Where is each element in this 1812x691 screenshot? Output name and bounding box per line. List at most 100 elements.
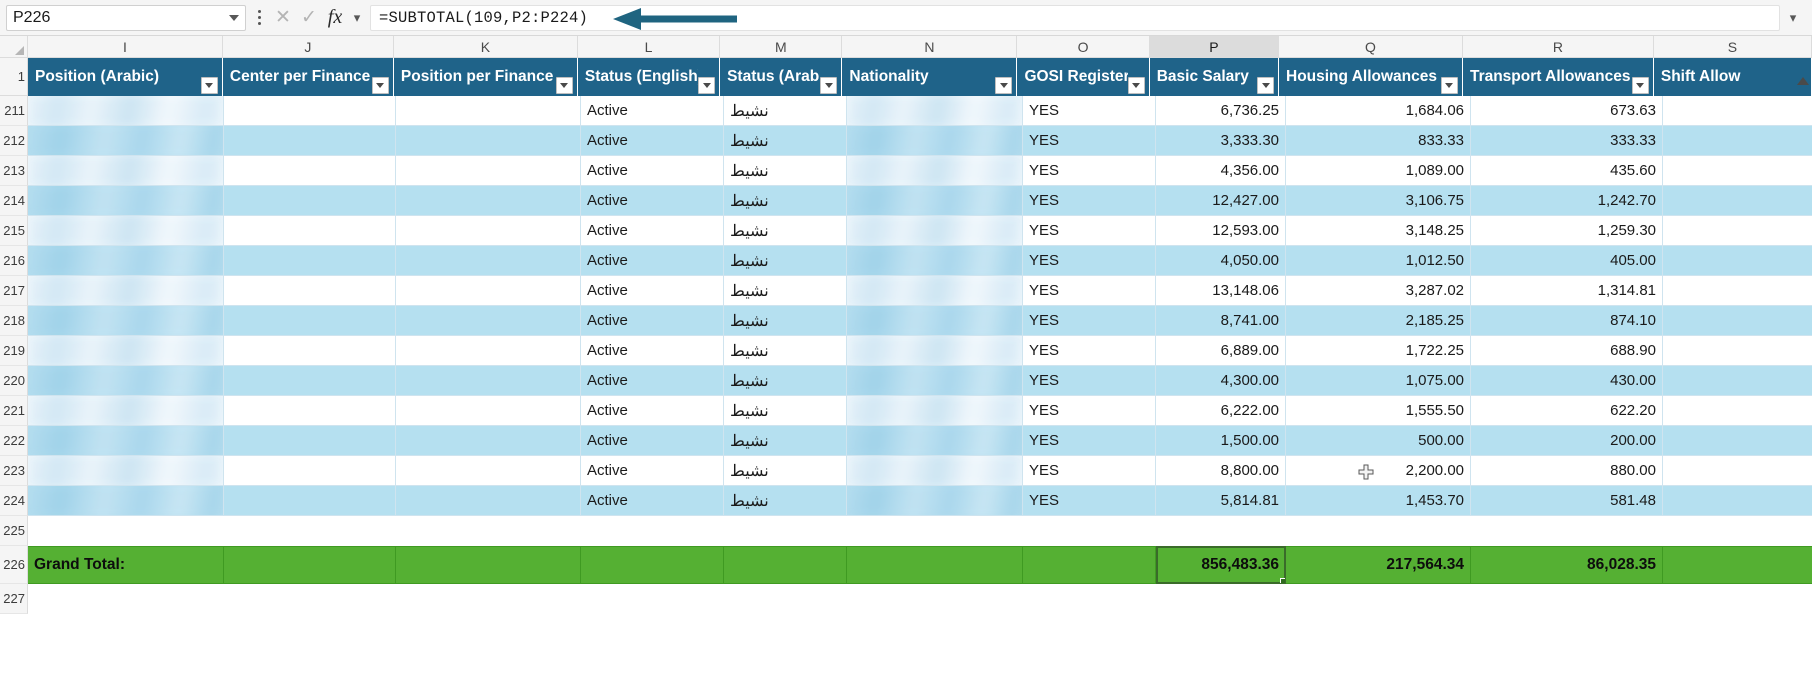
grand-total-label[interactable]: Grand Total: bbox=[28, 546, 224, 584]
trailing-row[interactable]: 227 bbox=[0, 584, 1812, 614]
cell-gosi-register[interactable]: YES bbox=[1023, 276, 1156, 306]
cell-empty[interactable] bbox=[1663, 516, 1812, 546]
filter-dropdown-icon[interactable] bbox=[1257, 77, 1274, 94]
cell-position-per-finance[interactable] bbox=[396, 486, 581, 516]
total-empty[interactable] bbox=[581, 546, 724, 584]
cell-position-arabic[interactable] bbox=[28, 186, 224, 216]
table-row[interactable]: 212 Active نشيط YES 3,333.30 833.33 333.33 bbox=[0, 126, 1812, 156]
cell-empty[interactable] bbox=[581, 584, 724, 614]
cell-housing-allowances[interactable]: 2,185.25 bbox=[1286, 306, 1471, 336]
row-number-222[interactable]: 222 bbox=[0, 426, 28, 456]
cell-position-arabic[interactable] bbox=[28, 336, 224, 366]
cell-nationality[interactable] bbox=[847, 186, 1023, 216]
cell-transport-allowances[interactable]: 880.00 bbox=[1471, 456, 1663, 486]
cell-center-per-finance[interactable] bbox=[224, 366, 396, 396]
cell-status-arabic[interactable]: نشيط bbox=[724, 96, 847, 126]
cell-shift-allowances[interactable] bbox=[1663, 246, 1812, 276]
cell-shift-allowances[interactable] bbox=[1663, 126, 1812, 156]
table-row[interactable]: 213 Active نشيط YES 4,356.00 1,089.00 435.60 bbox=[0, 156, 1812, 186]
cell-position-per-finance[interactable] bbox=[396, 156, 581, 186]
cell-status-arabic[interactable]: نشيط bbox=[724, 396, 847, 426]
cell-basic-salary[interactable]: 5,814.81 bbox=[1156, 486, 1286, 516]
cell-position-per-finance[interactable] bbox=[396, 186, 581, 216]
cell-shift-allowances[interactable] bbox=[1663, 486, 1812, 516]
total-empty[interactable] bbox=[396, 546, 581, 584]
column-header-status-arabic[interactable]: Status (Arabic) bbox=[720, 58, 843, 96]
column-header-position-arabic[interactable]: Position (Arabic) bbox=[28, 58, 223, 96]
cell-nationality[interactable] bbox=[847, 486, 1023, 516]
cell-position-arabic[interactable] bbox=[28, 156, 224, 186]
cell-basic-salary[interactable]: 8,741.00 bbox=[1156, 306, 1286, 336]
filter-dropdown-icon[interactable] bbox=[555, 77, 573, 94]
filter-dropdown-icon[interactable] bbox=[1440, 77, 1458, 94]
cell-status-arabic[interactable]: نشيط bbox=[724, 426, 847, 456]
column-header-nationality[interactable]: Nationality bbox=[842, 58, 1018, 96]
cell-position-per-finance[interactable] bbox=[396, 366, 581, 396]
cell-basic-salary[interactable]: 4,050.00 bbox=[1156, 246, 1286, 276]
row-number-221[interactable]: 221 bbox=[0, 396, 28, 426]
cell-center-per-finance[interactable] bbox=[224, 126, 396, 156]
filter-dropdown-icon[interactable] bbox=[995, 77, 1013, 94]
cell-position-per-finance[interactable] bbox=[396, 396, 581, 426]
table-row[interactable]: 217 Active نشيط YES 13,148.06 3,287.02 1,314.8… bbox=[0, 276, 1812, 306]
cell-position-per-finance[interactable] bbox=[396, 426, 581, 456]
cell-empty[interactable] bbox=[28, 516, 224, 546]
cell-housing-allowances[interactable]: 3,287.02 bbox=[1286, 276, 1471, 306]
column-header-basic-salary[interactable]: Basic Salary bbox=[1149, 58, 1279, 96]
cell-center-per-finance[interactable] bbox=[224, 336, 396, 366]
cell-empty[interactable] bbox=[396, 516, 581, 546]
cell-empty[interactable] bbox=[1286, 516, 1471, 546]
row-number-216[interactable]: 216 bbox=[0, 246, 28, 276]
cell-transport-allowances[interactable]: 874.10 bbox=[1471, 306, 1663, 336]
cell-transport-allowances[interactable]: 581.48 bbox=[1471, 486, 1663, 516]
cell-basic-salary[interactable]: 8,800.00 bbox=[1156, 456, 1286, 486]
cell-gosi-register[interactable]: YES bbox=[1023, 486, 1156, 516]
table-row[interactable]: 220 Active نشيط YES 4,300.00 1,075.00 430.00 bbox=[0, 366, 1812, 396]
cell-gosi-register[interactable]: YES bbox=[1023, 186, 1156, 216]
cell-nationality[interactable] bbox=[847, 126, 1023, 156]
cell-position-arabic[interactable] bbox=[28, 366, 224, 396]
grand-total-row[interactable]: 226 Grand Total: 856,483.36 217,564.34 86,02… bbox=[0, 546, 1812, 584]
column-header-transport-allowances[interactable]: Transport Allowances bbox=[1462, 58, 1654, 96]
cell-gosi-register[interactable]: YES bbox=[1023, 336, 1156, 366]
confirm-icon[interactable]: ✓ bbox=[296, 5, 322, 31]
row-number-226[interactable]: 226 bbox=[0, 546, 28, 584]
cell-position-per-finance[interactable] bbox=[396, 276, 581, 306]
cell-status-english[interactable]: Active bbox=[581, 216, 724, 246]
table-row[interactable]: 222 Active نشيط YES 1,500.00 500.00 200.00 bbox=[0, 426, 1812, 456]
total-empty[interactable] bbox=[724, 546, 847, 584]
cell-nationality[interactable] bbox=[847, 366, 1023, 396]
column-header-shift-allowances[interactable]: Shift Allow bbox=[1653, 58, 1812, 96]
table-row[interactable]: 219 Active نشيط YES 6,889.00 1,722.25 688.90 bbox=[0, 336, 1812, 366]
cell-shift-allowances[interactable] bbox=[1663, 156, 1812, 186]
cell-empty[interactable] bbox=[1471, 516, 1663, 546]
cell-status-english[interactable]: Active bbox=[581, 396, 724, 426]
grand-total-housing-allowances[interactable]: 217,564.34 bbox=[1286, 546, 1471, 584]
cell-position-per-finance[interactable] bbox=[396, 216, 581, 246]
column-letter-I[interactable]: I bbox=[28, 36, 223, 58]
cell-position-arabic[interactable] bbox=[28, 126, 224, 156]
cell-gosi-register[interactable]: YES bbox=[1023, 216, 1156, 246]
cell-status-english[interactable]: Active bbox=[581, 366, 724, 396]
row-number-211[interactable]: 211 bbox=[0, 96, 28, 126]
cell-housing-allowances[interactable]: 1,684.06 bbox=[1286, 96, 1471, 126]
cancel-icon[interactable]: ✕ bbox=[270, 5, 296, 31]
cell-gosi-register[interactable]: YES bbox=[1023, 96, 1156, 126]
cell-center-per-finance[interactable] bbox=[224, 216, 396, 246]
cell-shift-allowances[interactable] bbox=[1663, 336, 1812, 366]
cell-housing-allowances[interactable]: 500.00 bbox=[1286, 426, 1471, 456]
cell-housing-allowances[interactable]: 1,555.50 bbox=[1286, 396, 1471, 426]
cell-shift-allowances[interactable] bbox=[1663, 456, 1812, 486]
cell-transport-allowances[interactable]: 333.33 bbox=[1471, 126, 1663, 156]
cell-nationality[interactable] bbox=[847, 246, 1023, 276]
column-letter-K[interactable]: K bbox=[393, 36, 578, 58]
cell-nationality[interactable] bbox=[847, 396, 1023, 426]
column-letter-J[interactable]: J bbox=[222, 36, 394, 58]
total-empty[interactable] bbox=[847, 546, 1023, 584]
row-number-213[interactable]: 213 bbox=[0, 156, 28, 186]
row-number-215[interactable]: 215 bbox=[0, 216, 28, 246]
filter-dropdown-icon[interactable] bbox=[820, 77, 838, 94]
cell-center-per-finance[interactable] bbox=[224, 306, 396, 336]
cell-shift-allowances[interactable] bbox=[1663, 96, 1812, 126]
cell-transport-allowances[interactable]: 405.00 bbox=[1471, 246, 1663, 276]
